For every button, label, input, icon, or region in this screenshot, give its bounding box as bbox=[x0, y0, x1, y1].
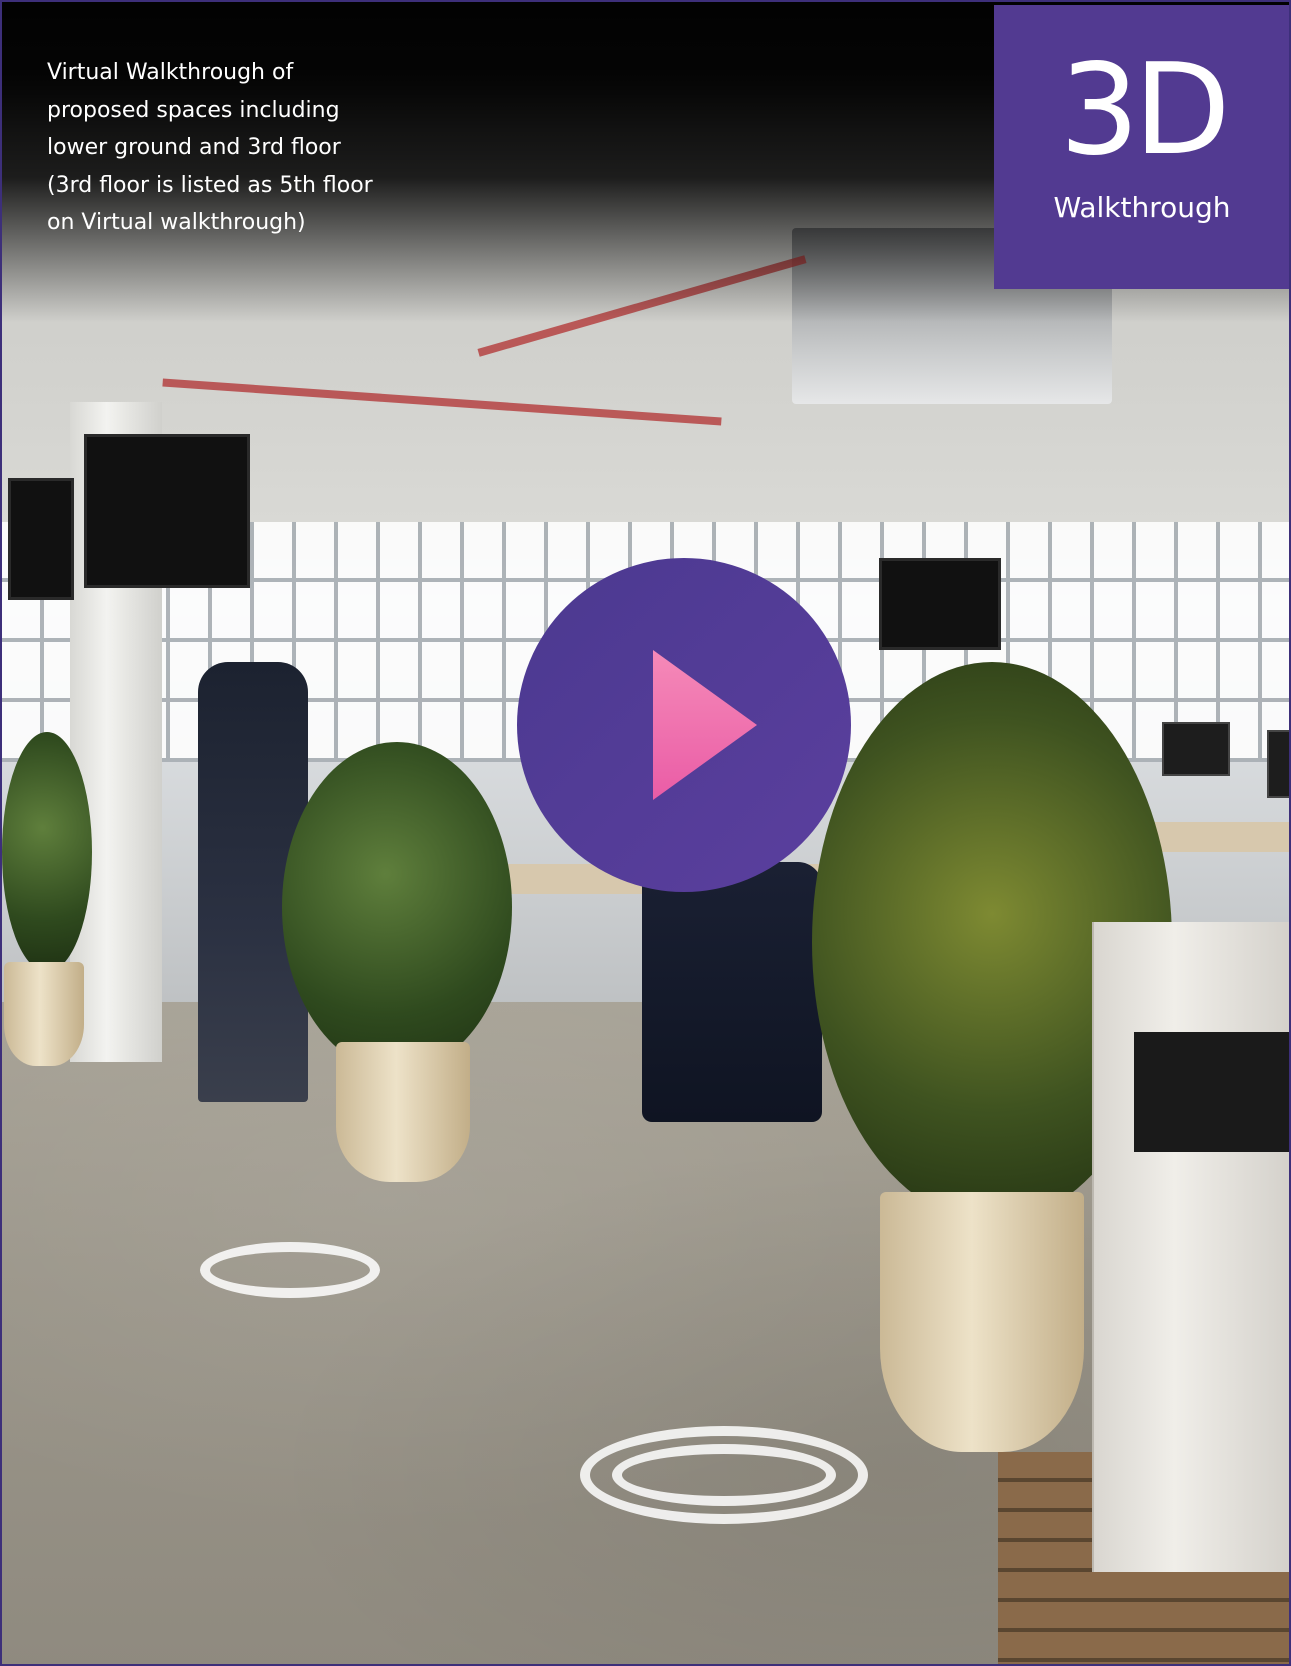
badge-subtitle: Walkthrough bbox=[1053, 191, 1231, 224]
plant-pot bbox=[880, 1192, 1084, 1452]
badge-title: 3D bbox=[1059, 36, 1230, 183]
walkthrough-caption: Virtual Walkthrough of proposed spaces i… bbox=[47, 60, 373, 235]
wall-screen bbox=[879, 558, 1001, 650]
floor-marker bbox=[200, 1242, 380, 1298]
printer bbox=[1092, 922, 1289, 1572]
office-chair bbox=[642, 862, 822, 1122]
plant-pot bbox=[4, 962, 84, 1066]
floor-marker bbox=[580, 1426, 868, 1524]
plant bbox=[282, 742, 512, 1072]
plant-pot bbox=[336, 1042, 470, 1182]
monitor bbox=[1162, 722, 1230, 776]
3d-walkthrough-badge: 3D Walkthrough bbox=[994, 5, 1289, 289]
wall-screen bbox=[8, 478, 74, 600]
walkthrough-page: Virtual Walkthrough of proposed spaces i… bbox=[0, 0, 1291, 1666]
plant bbox=[2, 732, 92, 972]
play-icon bbox=[653, 650, 757, 800]
monitor bbox=[1267, 730, 1289, 798]
play-button[interactable] bbox=[517, 558, 851, 892]
wall-screen bbox=[84, 434, 250, 588]
